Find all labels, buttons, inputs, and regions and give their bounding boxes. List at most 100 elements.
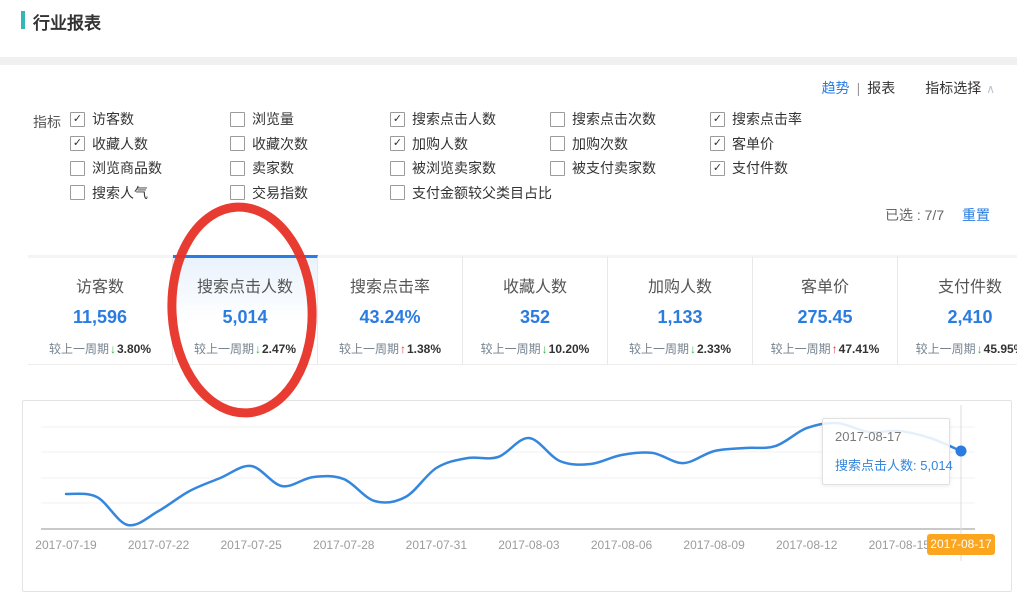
selected-count: 已选 : 7/7 bbox=[885, 207, 944, 223]
metric-card-compare: 较上一周期↓2.33% bbox=[608, 340, 752, 357]
checked-checkbox-icon[interactable]: ✓ bbox=[710, 136, 725, 151]
metric-card-客单价[interactable]: 客单价275.45较上一周期↑47.41% bbox=[753, 255, 898, 365]
filter-checkbox-label: 交易指数 bbox=[252, 183, 308, 203]
x-tick-label: 2017-08-09 bbox=[669, 538, 759, 552]
checked-checkbox-icon[interactable]: ✓ bbox=[710, 112, 725, 127]
checked-checkbox-icon[interactable]: ✓ bbox=[70, 112, 85, 127]
filter-checkbox-收藏人数[interactable]: ✓ 收藏人数 bbox=[70, 134, 148, 154]
metric-card-收藏人数[interactable]: 收藏人数352较上一周期↓10.20% bbox=[463, 255, 608, 365]
x-tick-label: 2017-08-06 bbox=[577, 538, 667, 552]
metric-card-title: 搜索点击人数 bbox=[173, 273, 317, 297]
filter-checkbox-label: 搜索点击次数 bbox=[572, 109, 656, 129]
filter-checkbox-label: 收藏次数 bbox=[252, 134, 308, 154]
checked-checkbox-icon[interactable]: ✓ bbox=[390, 112, 405, 127]
filter-checkbox-label: 卖家数 bbox=[252, 158, 294, 178]
unchecked-checkbox-icon[interactable] bbox=[550, 161, 565, 176]
filter-checkbox-支付件数[interactable]: ✓ 支付件数 bbox=[710, 158, 788, 178]
filter-checkbox-label: 访客数 bbox=[92, 109, 134, 129]
metric-card-compare: 较上一周期↓2.47% bbox=[173, 340, 317, 357]
checked-checkbox-icon[interactable]: ✓ bbox=[70, 136, 85, 151]
unchecked-checkbox-icon[interactable] bbox=[230, 112, 245, 127]
filter-checkbox-访客数[interactable]: ✓ 访客数 bbox=[70, 109, 134, 129]
unchecked-checkbox-icon[interactable] bbox=[550, 136, 565, 151]
highlight-point-dot[interactable] bbox=[956, 446, 967, 457]
filter-checkbox-被支付卖家数[interactable]: 被支付卖家数 bbox=[550, 158, 656, 178]
metric-card-value: 2,410 bbox=[898, 307, 1017, 328]
filter-checkbox-搜索人气[interactable]: 搜索人气 bbox=[70, 183, 148, 203]
report-tab[interactable]: 报表 bbox=[867, 80, 895, 96]
checked-checkbox-icon[interactable]: ✓ bbox=[390, 136, 405, 151]
chart-tooltip: 2017-08-17 搜索点击人数: 5,014 bbox=[822, 418, 950, 485]
selection-summary: 已选 : 7/7 重置 bbox=[885, 205, 990, 225]
tooltip-value: 搜索点击人数: 5,014 bbox=[835, 455, 937, 474]
metric-card-compare: 较上一周期↓10.20% bbox=[463, 340, 607, 357]
filter-checkbox-交易指数[interactable]: 交易指数 bbox=[230, 183, 308, 203]
filter-checkbox-浏览商品数[interactable]: 浏览商品数 bbox=[70, 158, 162, 178]
filter-checkbox-被浏览卖家数[interactable]: 被浏览卖家数 bbox=[390, 158, 496, 178]
filter-checkbox-label: 搜索点击人数 bbox=[412, 109, 496, 129]
unchecked-checkbox-icon[interactable] bbox=[230, 185, 245, 200]
unchecked-checkbox-icon[interactable] bbox=[70, 161, 85, 176]
filter-checkbox-label: 浏览量 bbox=[252, 109, 294, 129]
highlighted-date-badge: 2017-08-17 bbox=[927, 534, 995, 555]
filter-checkbox-搜索点击人数[interactable]: ✓ 搜索点击人数 bbox=[390, 109, 496, 129]
filter-checkbox-加购人数[interactable]: ✓加购人数 bbox=[390, 134, 468, 154]
metric-card-value: 275.45 bbox=[753, 307, 897, 328]
arrow-down-icon: ↓ bbox=[255, 342, 261, 356]
filter-checkbox-搜索点击率[interactable]: ✓搜索点击率 bbox=[710, 109, 802, 129]
unchecked-checkbox-icon[interactable] bbox=[230, 161, 245, 176]
filter-checkbox-卖家数[interactable]: 卖家数 bbox=[230, 158, 294, 178]
metric-card-compare: 较上一周期↓45.95% bbox=[898, 340, 1017, 357]
arrow-down-icon: ↓ bbox=[542, 342, 548, 356]
filter-checkbox-label: 搜索人气 bbox=[92, 183, 148, 203]
x-tick-label: 2017-07-22 bbox=[114, 538, 204, 552]
metric-card-title: 客单价 bbox=[753, 273, 897, 297]
unchecked-checkbox-icon[interactable] bbox=[550, 112, 565, 127]
metric-card-title: 加购人数 bbox=[608, 273, 752, 297]
metric-card-访客数[interactable]: 访客数11,596较上一周期↓3.80% bbox=[28, 255, 173, 365]
metric-card-支付件数[interactable]: 支付件数 2,410 较上一周期↓45.95% bbox=[898, 255, 1017, 365]
arrow-down-icon: ↓ bbox=[690, 342, 696, 356]
x-tick-label: 2017-07-28 bbox=[299, 538, 389, 552]
metric-card-title: 搜索点击率 bbox=[318, 273, 462, 297]
filter-checkbox-搜索点击次数[interactable]: 搜索点击次数 bbox=[550, 109, 656, 129]
metric-card-title: 支付件数 bbox=[898, 273, 1017, 297]
reset-button[interactable]: 重置 bbox=[962, 207, 990, 223]
filter-checkbox-客单价[interactable]: ✓客单价 bbox=[710, 134, 774, 154]
header-divider bbox=[0, 57, 1017, 65]
filter-checkbox-浏览量[interactable]: 浏览量 bbox=[230, 109, 294, 129]
arrow-up-icon: ↑ bbox=[400, 342, 406, 356]
arrow-down-icon: ↓ bbox=[977, 342, 983, 356]
view-toolbar: 趋势 | 报表 指标选择 ∧ bbox=[822, 78, 995, 98]
arrow-up-icon: ↑ bbox=[832, 342, 838, 356]
unchecked-checkbox-icon[interactable] bbox=[390, 185, 405, 200]
filter-checkbox-支付金额较父类目占比[interactable]: 支付金额较父类目占比 bbox=[390, 183, 552, 203]
checked-checkbox-icon[interactable]: ✓ bbox=[710, 161, 725, 176]
unchecked-checkbox-icon[interactable] bbox=[230, 136, 245, 151]
indicator-select-button[interactable]: 指标选择 bbox=[925, 80, 981, 96]
toolbar-divider: | bbox=[857, 80, 861, 96]
metric-card-搜索点击率[interactable]: 搜索点击率43.24%较上一周期↑1.38% bbox=[318, 255, 463, 365]
tooltip-date: 2017-08-17 bbox=[835, 429, 937, 444]
metric-card-value: 43.24% bbox=[318, 307, 462, 328]
filter-checkbox-加购次数[interactable]: 加购次数 bbox=[550, 134, 628, 154]
title-accent-bar bbox=[21, 11, 25, 29]
x-tick-label: 2017-08-12 bbox=[762, 538, 852, 552]
metric-card-value: 352 bbox=[463, 307, 607, 328]
x-tick-label: 2017-07-31 bbox=[391, 538, 481, 552]
filter-checkbox-收藏次数[interactable]: 收藏次数 bbox=[230, 134, 308, 154]
metric-card-compare: 较上一周期↓3.80% bbox=[28, 340, 172, 357]
metric-card-加购人数[interactable]: 加购人数 1,133 较上一周期↓2.33% bbox=[608, 255, 753, 365]
chevron-up-icon[interactable]: ∧ bbox=[986, 82, 995, 96]
trend-tab[interactable]: 趋势 bbox=[822, 80, 850, 96]
unchecked-checkbox-icon[interactable] bbox=[70, 185, 85, 200]
metric-cards-row: 访客数11,596较上一周期↓3.80%搜索点击人数5,014较上一周期↓2.4… bbox=[28, 255, 1017, 365]
filter-checkbox-label: 收藏人数 bbox=[92, 134, 148, 154]
page-title: 行业报表 bbox=[33, 9, 101, 34]
filter-checkbox-label: 被支付卖家数 bbox=[572, 158, 656, 178]
metric-card-value: 1,133 bbox=[608, 307, 752, 328]
trend-chart[interactable]: 2017-07-192017-07-222017-07-252017-07-28… bbox=[22, 400, 1012, 592]
filter-checkbox-label: 支付件数 bbox=[732, 158, 788, 178]
metric-card-搜索点击人数[interactable]: 搜索点击人数5,014较上一周期↓2.47% bbox=[173, 255, 318, 365]
unchecked-checkbox-icon[interactable] bbox=[390, 161, 405, 176]
